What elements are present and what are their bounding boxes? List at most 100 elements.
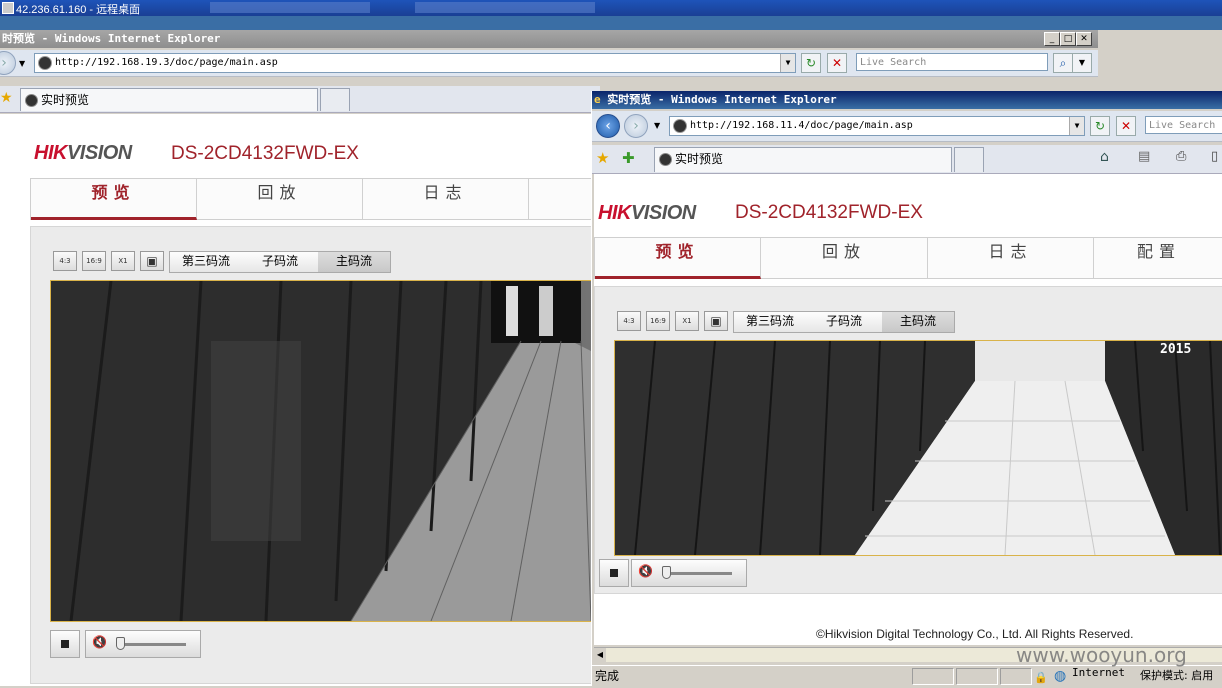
mute-speaker-icon[interactable]: 🔇 [92, 635, 107, 649]
address-dropdown-icon[interactable]: ▼ [780, 54, 795, 72]
volume-knob[interactable] [662, 566, 671, 579]
front-window-title-bar: e 实时预览 - Windows Internet Explorer [592, 91, 1222, 109]
aspect-16-9-button[interactable]: 16:9 [82, 251, 106, 271]
main-menu: 预览 回放 日志 [30, 178, 632, 220]
front-address-toolbar: ‹ › ▼ http://192.168.11.4/doc/page/main.… [592, 111, 1222, 142]
live-video-feed[interactable] [50, 280, 612, 622]
volume-knob[interactable] [116, 637, 125, 650]
back-tab-bar: ★ 实时预览 [0, 86, 600, 113]
stream-third[interactable]: 第三码流 [170, 252, 242, 272]
status-bar: 完成 🔒 ◍ Internet 保护模式: 启用 [592, 665, 1222, 686]
page-icon [673, 119, 687, 133]
back-tab-active[interactable]: 实时预览 [20, 88, 318, 111]
address-dropdown-icon[interactable]: ▼ [1069, 117, 1084, 135]
mute-speaker-icon[interactable]: 🔇 [638, 564, 653, 578]
aspect-16-9-button[interactable]: 16:9 [646, 311, 670, 331]
menu-log[interactable]: 日志 [928, 238, 1094, 278]
stop-video-icon[interactable] [50, 630, 80, 658]
status-cell [956, 668, 998, 685]
search-options-icon[interactable]: ▼ [1072, 53, 1092, 73]
favorites-star-icon[interactable]: ★ [596, 149, 609, 167]
stop-icon[interactable]: ✕ [827, 53, 847, 73]
ghost-taskbar-item [415, 2, 595, 13]
refresh-icon[interactable]: ↻ [1090, 116, 1110, 136]
stream-selector: 第三码流 子码流 主码流 [169, 251, 391, 273]
back-window-title-bar: 时预览 - Windows Internet Explorer _ □ ✕ [0, 30, 1098, 48]
stream-main[interactable]: 主码流 [318, 252, 390, 272]
home-icon[interactable]: ⌂ [1100, 149, 1109, 165]
minimize-button[interactable]: _ [1044, 32, 1060, 46]
menu-preview[interactable]: 预览 [31, 179, 197, 220]
front-search-input[interactable]: Live Search [1145, 116, 1222, 134]
page-icon [25, 94, 38, 107]
back-address-field[interactable]: http://192.168.19.3/doc/page/main.asp ▼ [34, 53, 796, 73]
favorites-star-icon[interactable]: ★ [0, 90, 13, 106]
history-dropdown-icon[interactable]: ▼ [654, 121, 660, 130]
new-tab-button[interactable] [954, 147, 984, 172]
volume-control: 🔇 [631, 559, 747, 587]
feeds-icon[interactable]: ▤ [1138, 149, 1150, 164]
scroll-left-icon[interactable]: ◀ [594, 648, 606, 662]
back-address-toolbar: › ▼ http://192.168.19.3/doc/page/main.as… [0, 50, 1098, 77]
protected-mode-text[interactable]: 保护模式: 启用 [1140, 666, 1222, 686]
back-search-input[interactable]: Live Search [856, 53, 1048, 71]
camera-image [51, 281, 611, 621]
globe-icon: ◍ [1054, 668, 1067, 684]
hikvision-logo: HIKVISION [598, 202, 696, 224]
ghost-taskbar-item [210, 2, 370, 13]
close-button[interactable]: ✕ [1076, 32, 1092, 46]
menu-log[interactable]: 日志 [363, 179, 529, 219]
stream-main[interactable]: 主码流 [882, 312, 954, 332]
volume-slider[interactable] [116, 643, 186, 646]
remote-desktop-icon [2, 2, 14, 14]
refresh-icon[interactable]: ↻ [801, 53, 821, 73]
hikvision-logo: HIKVISION [34, 142, 132, 164]
front-tab-active[interactable]: 实时预览 [654, 147, 952, 172]
aspect-4-3-button[interactable]: 4:3 [617, 311, 641, 331]
ie-logo-icon: e [594, 93, 601, 106]
stop-icon[interactable]: ✕ [1116, 116, 1136, 136]
original-size-button[interactable]: X1 [675, 311, 699, 331]
front-page-content: HIKVISION DS-2CD4132FWD-EX 预览 回放 日志 配置 4… [594, 174, 1222, 645]
back-arrow-icon[interactable]: ‹ [596, 114, 620, 138]
search-icon[interactable]: ⌕ [1053, 53, 1073, 73]
stream-sub[interactable]: 子码流 [244, 252, 316, 272]
address-text: http://192.168.11.4/doc/page/main.asp [690, 120, 913, 131]
new-tab-button[interactable] [320, 88, 350, 111]
page-icon [38, 56, 52, 70]
stream-sub[interactable]: 子码流 [808, 312, 880, 332]
menu-playback[interactable]: 回放 [761, 238, 928, 278]
menu-config[interactable]: 配置 [1094, 238, 1222, 278]
lock-icon: 🔒 [1034, 671, 1048, 684]
print-icon[interactable]: ⎙ [1176, 149, 1186, 164]
menu-playback[interactable]: 回放 [197, 179, 363, 219]
status-text: 完成 [595, 669, 620, 683]
original-size-button[interactable]: X1 [111, 251, 135, 271]
aspect-4-3-button[interactable]: 4:3 [53, 251, 77, 271]
preview-panel: 4:3 16:9 X1 ▣ 第三码流 子码流 主码流 [594, 286, 1222, 594]
maximize-button[interactable]: □ [1060, 32, 1076, 46]
front-address-field[interactable]: http://192.168.11.4/doc/page/main.asp ▼ [669, 116, 1085, 136]
osd-timestamp: 2015 [1160, 342, 1191, 357]
camera-image: 2015 [615, 341, 1222, 555]
page-menu-icon[interactable]: ▯ [1211, 149, 1218, 164]
volume-control: 🔇 [85, 630, 201, 658]
history-dropdown-icon[interactable]: ▼ [19, 59, 25, 68]
fullscreen-icon[interactable]: ▣ [704, 311, 728, 331]
add-favorites-icon[interactable]: ✚ [622, 149, 635, 167]
menu-preview[interactable]: 预览 [595, 238, 761, 279]
front-ie-window: e 实时预览 - Windows Internet Explorer ‹ › ▼… [591, 91, 1222, 686]
remote-desktop-title: 42.236.61.160 - 远程桌面 [16, 4, 141, 16]
address-text: http://192.168.19.3/doc/page/main.asp [55, 57, 278, 68]
copyright-text: ©Hikvision Digital Technology Co., Ltd. … [816, 627, 1134, 641]
front-tab-bar: ★ ✚ 实时预览 ⌂ ▤ ⎙ ▯ [592, 145, 1222, 174]
stream-third[interactable]: 第三码流 [734, 312, 806, 332]
fullscreen-icon[interactable]: ▣ [140, 251, 164, 271]
live-video-feed[interactable]: 2015 [614, 340, 1222, 556]
volume-slider[interactable] [662, 572, 732, 575]
stop-video-icon[interactable] [599, 559, 629, 587]
forward-arrow-icon[interactable]: › [0, 51, 16, 75]
status-cell [1000, 668, 1032, 685]
forward-arrow-icon[interactable]: › [624, 114, 648, 138]
back-window-title: 时预览 - Windows Internet Explorer [2, 32, 221, 45]
